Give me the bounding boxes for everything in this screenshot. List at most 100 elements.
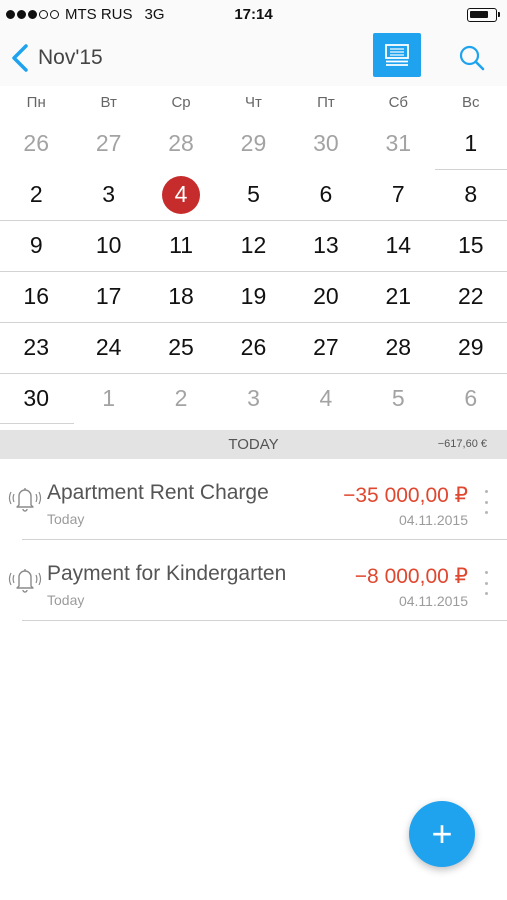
more-options-icon[interactable] bbox=[481, 571, 491, 595]
calendar-day-number: 6 bbox=[319, 181, 333, 207]
calendar-day[interactable]: 27 bbox=[72, 118, 144, 169]
calendar-day[interactable]: 24 bbox=[72, 322, 144, 373]
calendar-day-number: 1 bbox=[464, 130, 478, 156]
carrier-name: MTS RUS bbox=[65, 6, 133, 23]
list-view-toggle-button[interactable] bbox=[373, 33, 421, 77]
transaction-row[interactable]: Payment for Kindergarten Today −8 000,00… bbox=[0, 541, 507, 621]
calendar-day-number: 3 bbox=[247, 385, 260, 411]
calendar-day-number: 8 bbox=[464, 181, 478, 207]
search-button[interactable] bbox=[452, 38, 492, 78]
calendar-day[interactable]: 30 bbox=[0, 373, 72, 424]
calendar-day[interactable]: 2 bbox=[145, 373, 217, 424]
section-header: TODAY −617,60 € bbox=[0, 430, 507, 459]
calendar-day-selected[interactable]: 4 bbox=[145, 169, 217, 220]
calendar-day-number: 12 bbox=[240, 232, 267, 258]
calendar-day-number: 23 bbox=[23, 334, 49, 360]
calendar-day[interactable]: 31 bbox=[362, 118, 434, 169]
section-title: TODAY bbox=[228, 436, 279, 453]
calendar-day-number: 16 bbox=[23, 283, 49, 309]
calendar-day[interactable]: 16 bbox=[0, 271, 72, 322]
calendar-day[interactable]: 12 bbox=[217, 220, 289, 271]
reminder-bell-icon bbox=[8, 488, 42, 512]
calendar-day[interactable]: 7 bbox=[362, 169, 434, 220]
calendar-day[interactable]: 1 bbox=[72, 373, 144, 424]
calendar-day-number: 5 bbox=[247, 181, 260, 207]
calendar-day[interactable]: 3 bbox=[217, 373, 289, 424]
calendar-day[interactable]: 27 bbox=[290, 322, 362, 373]
row-divider bbox=[0, 322, 507, 323]
calendar-day-number: 7 bbox=[391, 181, 405, 207]
calendar-day[interactable]: 10 bbox=[72, 220, 144, 271]
transaction-date: 04.11.2015 bbox=[398, 512, 468, 528]
calendar-day[interactable]: 20 bbox=[290, 271, 362, 322]
calendar-day[interactable]: 1 bbox=[435, 118, 507, 169]
calendar-day[interactable]: 6 bbox=[435, 373, 507, 424]
calendar-day[interactable]: 6 bbox=[290, 169, 362, 220]
back-button[interactable]: Nov'15 bbox=[10, 42, 103, 74]
calendar-day-number: 30 bbox=[23, 385, 49, 411]
weekday-label: Чт bbox=[245, 94, 262, 111]
calendar-day-number: 21 bbox=[385, 283, 412, 309]
calendar-day-number: 25 bbox=[168, 334, 194, 360]
transaction-row[interactable]: Apartment Rent Charge Today −35 000,00 ₽… bbox=[0, 460, 507, 540]
calendar-day-number: 2 bbox=[174, 385, 188, 411]
calendar-day[interactable]: 5 bbox=[217, 169, 289, 220]
calendar-day[interactable]: 8 bbox=[435, 169, 507, 220]
calendar-day[interactable]: 22 bbox=[435, 271, 507, 322]
section-total: −617,60 € bbox=[437, 438, 487, 450]
calendar-week-row: 16 17 18 19 20 21 22 bbox=[0, 271, 507, 322]
calendar-day[interactable]: 11 bbox=[145, 220, 217, 271]
calendar-day-number: 4 bbox=[162, 175, 201, 214]
transaction-title: Apartment Rent Charge bbox=[47, 481, 269, 504]
calendar-day[interactable]: 15 bbox=[435, 220, 507, 271]
weekday-label: Сб bbox=[388, 94, 409, 111]
calendar-day-number: 17 bbox=[95, 283, 122, 309]
calendar-week-row: 30 1 2 3 4 5 6 bbox=[0, 373, 507, 424]
calendar-day-number: 5 bbox=[391, 385, 405, 411]
network-type: 3G bbox=[144, 6, 165, 23]
calendar-day[interactable]: 9 bbox=[0, 220, 72, 271]
calendar-day[interactable]: 26 bbox=[217, 322, 289, 373]
calendar-day[interactable]: 13 bbox=[290, 220, 362, 271]
calendar-day[interactable]: 3 bbox=[72, 169, 144, 220]
chevron-left-icon bbox=[12, 44, 28, 72]
calendar-day[interactable]: 29 bbox=[217, 118, 289, 169]
calendar-day[interactable]: 21 bbox=[362, 271, 434, 322]
calendar-day-number: 28 bbox=[385, 334, 412, 360]
row-divider bbox=[435, 169, 507, 170]
calendar-day[interactable]: 28 bbox=[145, 118, 217, 169]
calendar-day-number: 4 bbox=[319, 385, 333, 411]
calendar-day[interactable]: 19 bbox=[217, 271, 289, 322]
add-transaction-button[interactable]: + bbox=[409, 801, 475, 867]
reminder-bell-icon bbox=[8, 569, 42, 593]
calendar-day-number: 29 bbox=[457, 334, 484, 360]
calendar-week-row: 9 10 11 12 13 14 15 bbox=[0, 220, 507, 271]
status-bar: MTS RUS 3G 17:14 bbox=[0, 0, 507, 30]
calendar-day[interactable]: 25 bbox=[145, 322, 217, 373]
more-options-icon[interactable] bbox=[481, 490, 491, 514]
row-divider bbox=[0, 220, 507, 221]
weekday-header: Пн Вт Ср Чт Пт Сб Вс bbox=[0, 88, 507, 118]
calendar-day-number: 13 bbox=[313, 232, 339, 258]
calendar-day[interactable]: 5 bbox=[362, 373, 434, 424]
calendar-day-number: 15 bbox=[457, 232, 484, 258]
calendar-day[interactable]: 28 bbox=[362, 322, 434, 373]
calendar-day-number: 6 bbox=[464, 385, 478, 411]
calendar-day[interactable]: 29 bbox=[435, 322, 507, 373]
calendar-day[interactable]: 18 bbox=[145, 271, 217, 322]
calendar-day[interactable]: 17 bbox=[72, 271, 144, 322]
calendar-day[interactable]: 14 bbox=[362, 220, 434, 271]
calendar-day[interactable]: 30 bbox=[290, 118, 362, 169]
battery-icon bbox=[467, 8, 500, 22]
calendar-week-row: 23 24 25 26 27 28 29 bbox=[0, 322, 507, 373]
calendar-day[interactable]: 2 bbox=[0, 169, 72, 220]
calendar-day[interactable]: 23 bbox=[0, 322, 72, 373]
calendar-day[interactable]: 26 bbox=[0, 118, 72, 169]
row-divider bbox=[22, 620, 507, 621]
calendar-day[interactable]: 4 bbox=[290, 373, 362, 424]
calendar-week-row: 26 27 28 29 30 31 1 bbox=[0, 118, 507, 169]
calendar-day-number: 24 bbox=[95, 334, 122, 360]
transaction-amount: −8 000,00 ₽ bbox=[354, 565, 468, 588]
calendar-day-number: 29 bbox=[240, 130, 267, 156]
nav-bar: Nov'15 bbox=[0, 30, 507, 86]
